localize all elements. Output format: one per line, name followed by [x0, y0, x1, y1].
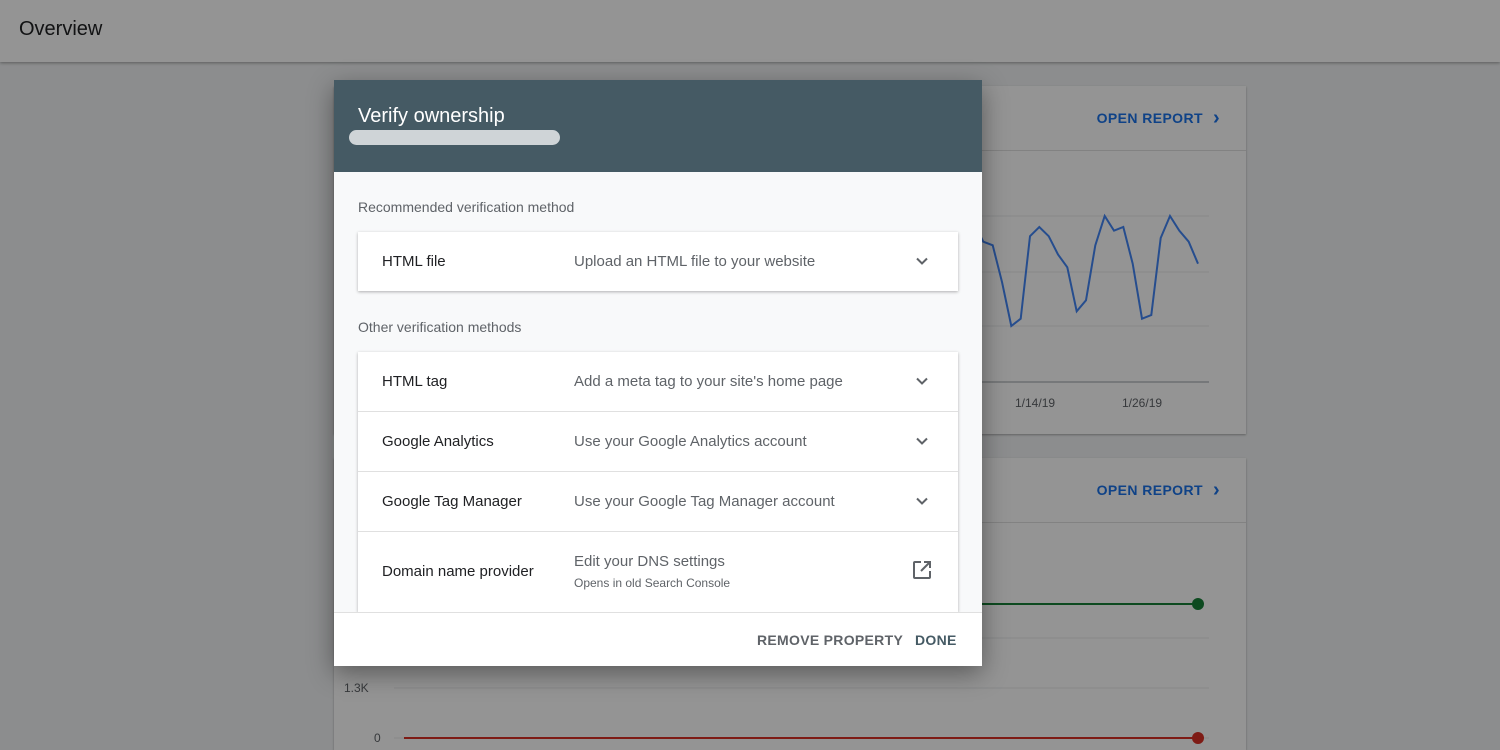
chevron-down-icon: [916, 377, 928, 385]
method-subtext: Opens in old Search Console: [574, 576, 731, 590]
chevron-down-icon: [916, 257, 928, 265]
method-name: Domain name provider: [382, 563, 534, 580]
method-name: Google Tag Manager: [382, 493, 522, 510]
method-name: Google Analytics: [382, 433, 494, 450]
recommended-methods: HTML file Upload an HTML file to your we…: [358, 232, 958, 291]
method-description: Add a meta tag to your site's home page: [574, 373, 843, 390]
other-methods: HTML tag Add a meta tag to your site's h…: [358, 352, 958, 612]
dialog-title: Verify ownership: [358, 105, 505, 127]
method-domain-name-provider[interactable]: Domain name provider Edit your DNS setti…: [358, 532, 958, 612]
chevron-down-icon: [916, 497, 928, 505]
chevron-down-icon: [916, 437, 928, 445]
done-button[interactable]: DONE: [915, 632, 957, 648]
method-description: Use your Google Analytics account: [574, 433, 807, 450]
dialog-footer: REMOVE PROPERTY DONE: [334, 612, 982, 666]
method-description: Use your Google Tag Manager account: [574, 493, 835, 510]
method-description: Upload an HTML file to your website: [574, 253, 816, 270]
method-google-tag-manager[interactable]: Google Tag Manager Use your Google Tag M…: [358, 472, 958, 532]
dialog-header: Verify ownership: [334, 80, 982, 172]
redacted-property-url: [349, 130, 560, 145]
method-name: HTML tag: [382, 373, 448, 390]
method-name: HTML file: [382, 253, 446, 270]
verify-ownership-dialog: Verify ownership Recommended verificatio…: [334, 80, 982, 666]
other-section-label: Other verification methods: [358, 319, 522, 335]
open-in-new-icon[interactable]: [912, 560, 932, 580]
method-html-file[interactable]: HTML file Upload an HTML file to your we…: [358, 232, 958, 291]
recommended-section-label: Recommended verification method: [358, 199, 575, 215]
method-description: Edit your DNS settings: [574, 553, 725, 570]
method-html-tag[interactable]: HTML tag Add a meta tag to your site's h…: [358, 352, 958, 412]
remove-property-button[interactable]: REMOVE PROPERTY: [757, 632, 903, 648]
method-google-analytics[interactable]: Google Analytics Use your Google Analyti…: [358, 412, 958, 472]
